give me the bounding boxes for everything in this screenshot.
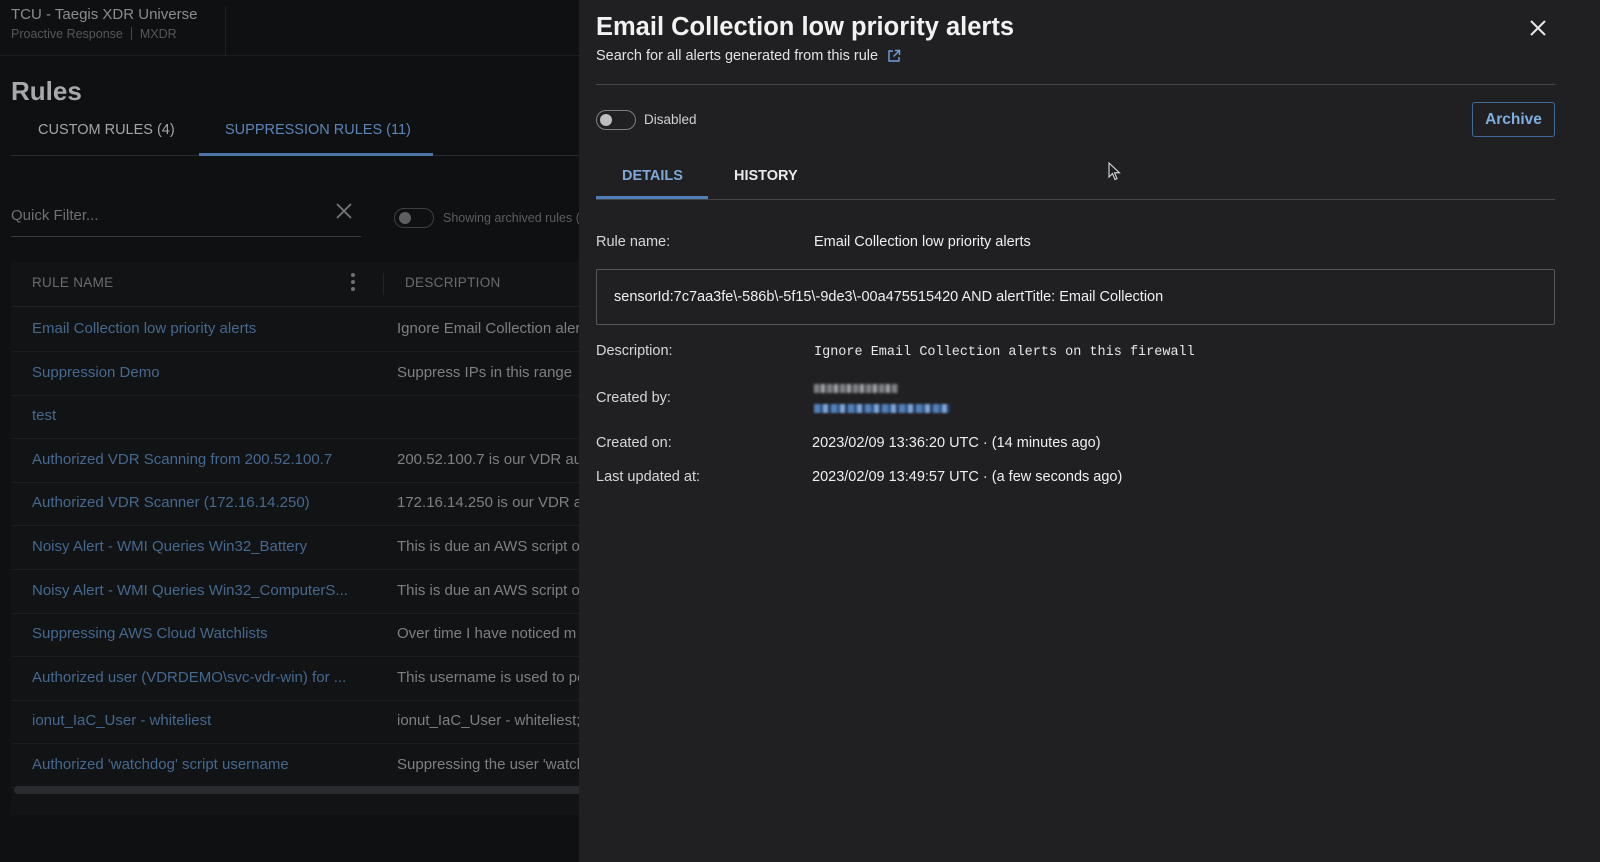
description-value: Ignore Email Collection alerts on this f… (814, 345, 1195, 360)
rule-name-link[interactable]: test (32, 407, 362, 424)
rule-name-link[interactable]: ionut_IaC_User - whiteliest (32, 712, 362, 729)
tenant-sub-right: MXDR (139, 27, 177, 41)
rule-detail-drawer: Email Collection low priority alerts Sea… (579, 0, 1600, 862)
rule-name-link[interactable]: Authorized 'watchdog' script username (32, 756, 362, 773)
tenant-switcher[interactable]: TCU - Taegis XDR Universe Proactive Resp… (11, 6, 226, 56)
drawer-tabs: DETAILS HISTORY (596, 156, 1555, 200)
redacted-creator-name (814, 384, 898, 393)
rule-enabled-toggle[interactable] (596, 110, 636, 130)
active-tab-indicator (596, 196, 708, 199)
tenant-name: TCU - Taegis XDR Universe (11, 6, 198, 23)
table-row[interactable]: Email Collection low priority alerts Igno… (11, 308, 591, 352)
rule-description: ionut_IaC_User - whiteliest; (397, 712, 581, 730)
rule-query: sensorId:7c7aa3fe\-586b\-5f15\-9de3\-00a… (614, 289, 1164, 305)
tab-custom-rules[interactable]: CUSTOM RULES (4) (38, 122, 175, 138)
rule-name-link[interactable]: Noisy Alert - WMI Queries Win32_Computer… (32, 582, 362, 599)
alerts-search-link-label: Search for all alerts generated from thi… (596, 48, 879, 64)
rule-description: Suppress IPs in this range (397, 363, 573, 381)
archive-button[interactable]: Archive (1472, 102, 1555, 137)
rule-name-link[interactable]: Authorized VDR Scanning from 200.52.100.… (32, 451, 362, 468)
table-row[interactable]: Authorized VDR Scanning from 200.52.100.… (11, 439, 591, 483)
rule-query-box: sensorId:7c7aa3fe\-586b\-5f15\-9de3\-00a… (596, 269, 1555, 325)
redacted-creator-email (814, 404, 950, 413)
column-header-description[interactable]: DESCRIPTION (405, 275, 501, 290)
rule-description: Over time I have noticed m (397, 625, 577, 643)
rule-name-link[interactable]: Suppression Demo (32, 364, 362, 381)
table-row[interactable]: Noisy Alert - WMI Queries Win32_Computer… (11, 570, 591, 614)
top-bar: TCU - Taegis XDR Universe Proactive Resp… (0, 0, 600, 56)
rule-description: This is due an AWS script o (397, 538, 580, 555)
active-tab-indicator (199, 153, 433, 156)
last-updated-label: Last updated at: (596, 469, 700, 485)
column-header-rule-name[interactable]: RULE NAME (32, 275, 113, 290)
rule-description: This username is used to pe (397, 668, 586, 686)
quick-filter-placeholder: Quick Filter... (11, 207, 99, 224)
show-archived-toggle[interactable] (394, 208, 434, 228)
column-menu-icon[interactable] (349, 273, 357, 294)
tenant-subtitle: Proactive Response MXDR (11, 27, 225, 41)
rule-name-link[interactable]: Noisy Alert - WMI Queries Win32_Battery (32, 538, 362, 555)
tenant-sub-left: Proactive Response (11, 27, 123, 41)
rule-description: Ignore Email Collection aler (397, 320, 581, 337)
rule-name-label: Rule name: (596, 234, 671, 250)
rule-name-value: Email Collection low priority alerts (814, 234, 1031, 250)
divider (596, 84, 1555, 85)
rules-table: RULE NAME DESCRIPTION Email Collection l… (11, 261, 591, 815)
mouse-cursor-icon (1108, 162, 1121, 181)
created-on-value: 2023/02/09 13:36:20 UTC · (14 minutes ag… (812, 435, 1101, 451)
rule-description: 172.16.14.250 is our VDR a (397, 494, 583, 512)
column-divider[interactable] (383, 273, 384, 295)
table-row[interactable]: test (11, 395, 591, 440)
show-archived-label: Showing archived rules (2 (443, 211, 587, 225)
table-row[interactable]: Authorized user (VDRDEMO\svc-vdr-win) fo… (11, 657, 591, 701)
toggle-knob (600, 114, 612, 126)
tab-history[interactable]: HISTORY (734, 168, 798, 184)
created-on-label: Created on: (596, 435, 672, 451)
rule-name-link[interactable]: Authorized VDR Scanner (172.16.14.250) (32, 494, 362, 511)
rule-description: This is due an AWS script o (397, 581, 580, 599)
rules-tabs: CUSTOM RULES (4) SUPPRESSION RULES (11) (11, 118, 591, 156)
rule-description: 200.52.100.7 is our VDR au (397, 450, 583, 468)
page-title: Rules (11, 76, 82, 106)
description-label: Description: (596, 343, 673, 359)
divider (130, 27, 132, 40)
rule-description: Suppressing the user 'watch (397, 756, 585, 773)
table-header: RULE NAME DESCRIPTION (11, 261, 591, 307)
horizontal-scrollbar[interactable] (14, 786, 584, 794)
table-row[interactable]: Authorized VDR Scanner (172.16.14.250) 17… (11, 482, 591, 527)
rule-name-link[interactable]: Authorized user (VDRDEMO\svc-vdr-win) fo… (32, 669, 362, 686)
table-row[interactable]: Suppressing AWS Cloud Watchlists Over tim… (11, 613, 591, 658)
close-icon[interactable] (1526, 16, 1550, 40)
last-updated-value: 2023/02/09 13:49:57 UTC · (a few seconds… (812, 469, 1123, 485)
table-row[interactable]: Authorized 'watchdog' script username Sup… (11, 744, 591, 788)
tab-suppression-rules[interactable]: SUPPRESSION RULES (11) (225, 122, 411, 138)
alerts-search-link[interactable]: Search for all alerts generated from thi… (596, 48, 901, 64)
clear-filter-icon[interactable] (335, 199, 353, 227)
table-row[interactable]: Suppression Demo Suppress IPs in this ran… (11, 352, 591, 396)
created-by-label: Created by: (596, 390, 671, 406)
external-link-icon (887, 49, 901, 63)
quick-filter-input[interactable]: Quick Filter... (11, 197, 361, 237)
table-row[interactable]: ionut_IaC_User - whiteliest ionut_IaC_Use… (11, 700, 591, 745)
drawer-title: Email Collection low priority alerts (596, 13, 1015, 41)
rule-name-link[interactable]: Suppressing AWS Cloud Watchlists (32, 625, 362, 642)
tab-details[interactable]: DETAILS (622, 168, 683, 184)
table-row[interactable]: Noisy Alert - WMI Queries Win32_Battery T… (11, 526, 591, 570)
rule-status-label: Disabled (644, 112, 697, 127)
rule-name-link[interactable]: Email Collection low priority alerts (32, 320, 362, 337)
toggle-knob (399, 212, 411, 224)
